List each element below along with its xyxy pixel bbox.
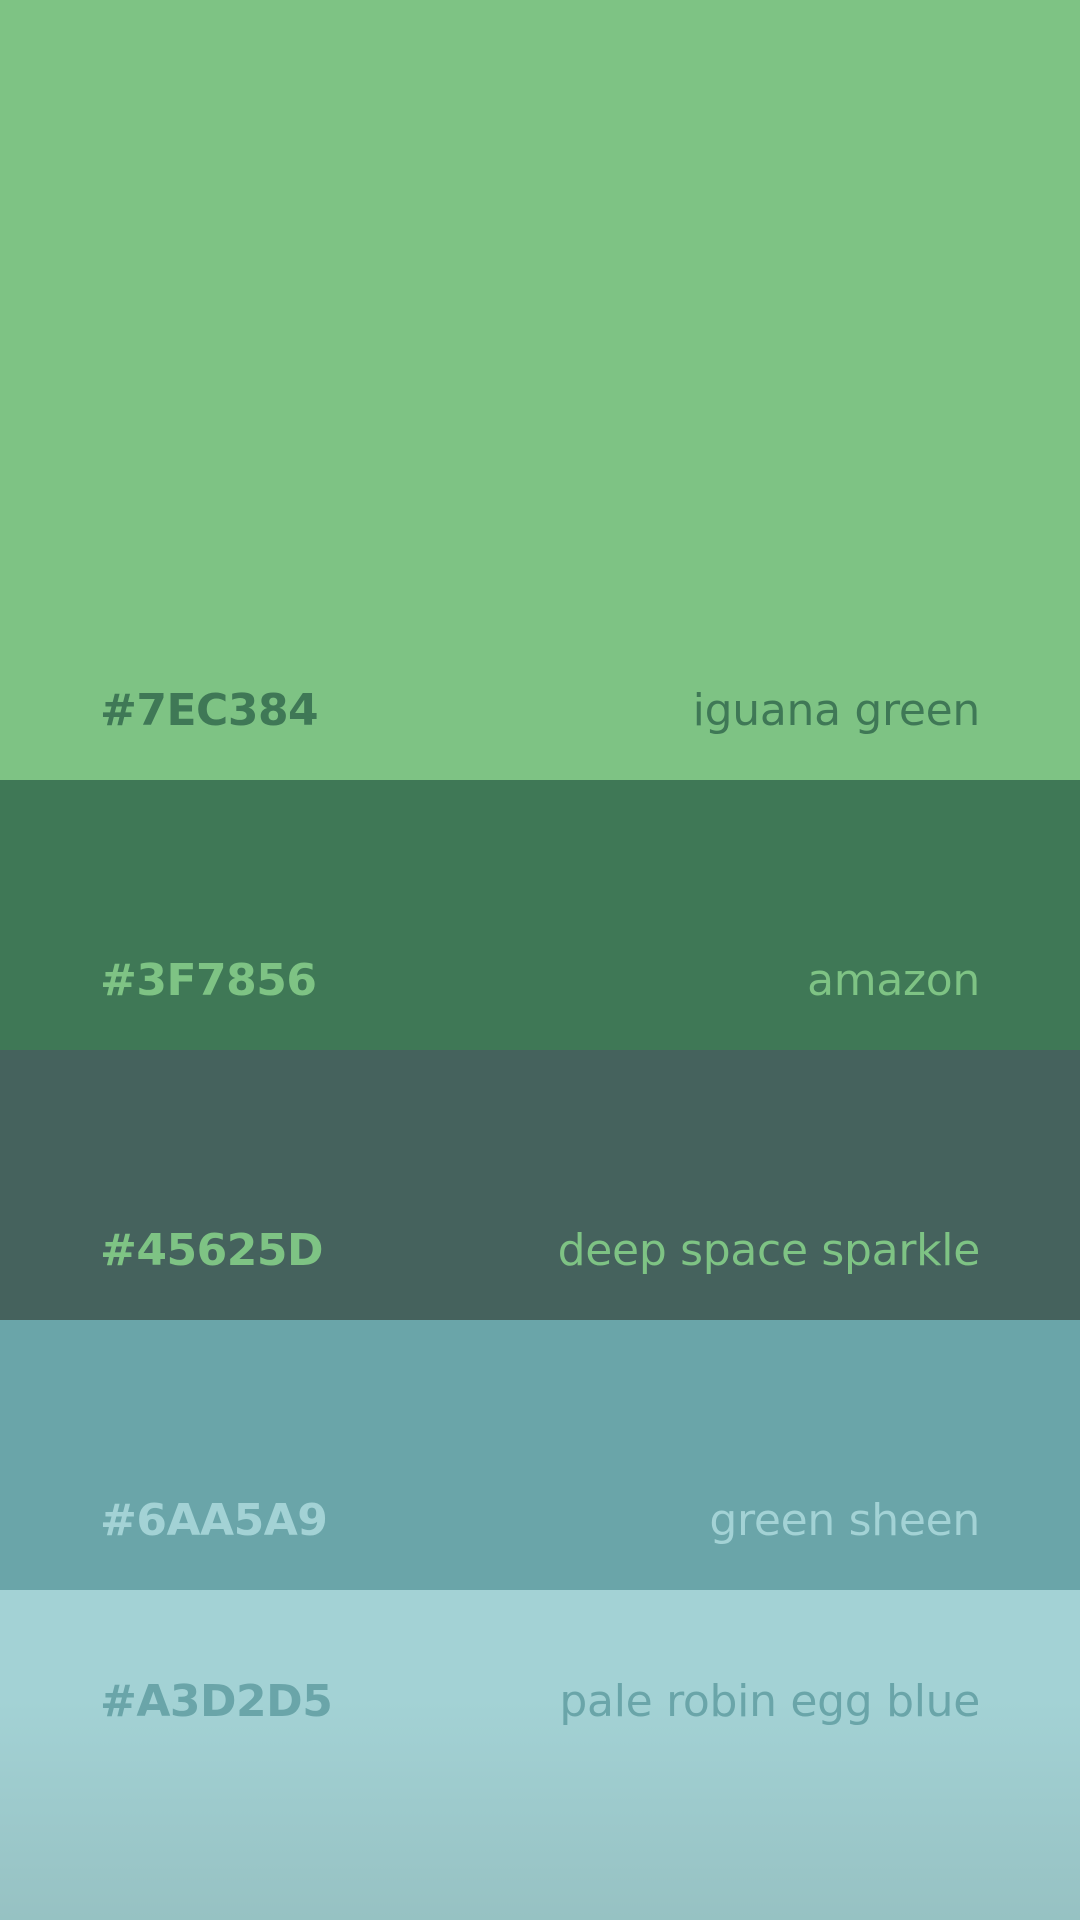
hex-code: #45625D [100, 1225, 323, 1276]
swatch-pale-robin-egg-blue [0, 1590, 1080, 1920]
hex-code: #7EC384 [100, 685, 319, 736]
hex-code: #3F7856 [100, 955, 317, 1006]
color-name: green sheen [709, 1495, 980, 1546]
swatch-green-sheen [0, 1320, 1080, 1590]
hex-code: #A3D2D5 [100, 1676, 333, 1727]
color-name: iguana green [692, 685, 981, 736]
color-name: pale robin egg blue [559, 1676, 980, 1727]
swatch-amazon [0, 780, 1080, 1050]
swatch-iguana-green [0, 0, 1080, 780]
color-palette: #7EC384 iguana green #3F7856 amazon #456… [0, 0, 1080, 1920]
color-name: amazon [807, 955, 980, 1006]
color-name: deep space sparkle [557, 1225, 981, 1276]
swatch-deep-space-sparkle [0, 1050, 1080, 1320]
hex-code: #6AA5A9 [100, 1495, 328, 1546]
